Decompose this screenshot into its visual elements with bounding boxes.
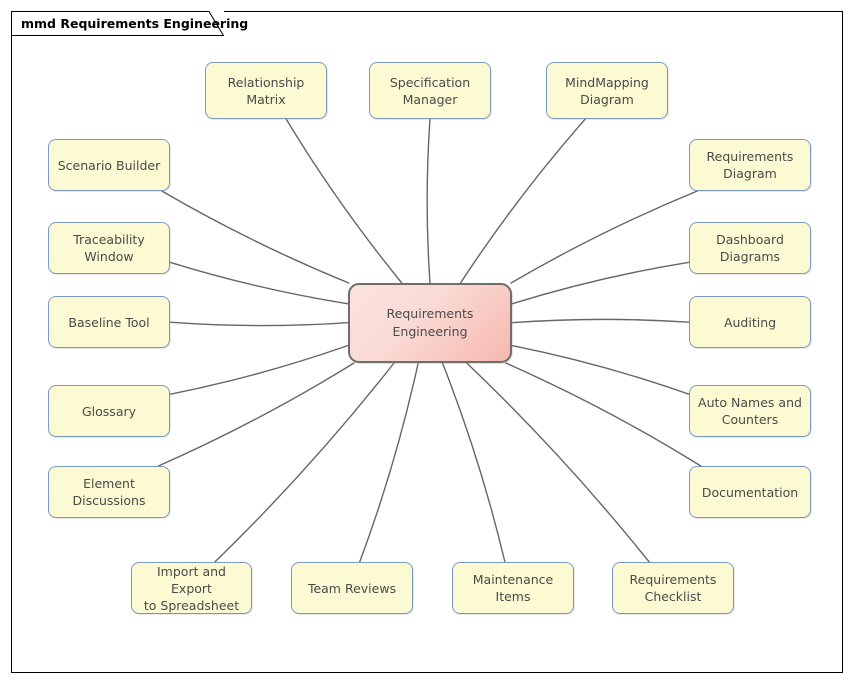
diagram-canvas: Requirements Engineering Relationship Mat… xyxy=(0,0,862,685)
node-dashboard-diagrams-label: Dashboard Diagrams xyxy=(716,232,784,264)
node-team-reviews[interactable]: Team Reviews xyxy=(291,562,413,614)
node-scenario-builder-label: Scenario Builder xyxy=(57,157,161,173)
node-relationship-matrix-label: Relationship Matrix xyxy=(227,74,305,107)
node-maintenance-items-label: Maintenance Items xyxy=(472,572,554,604)
node-team-reviews-label: Team Reviews xyxy=(307,580,397,596)
node-dashboard-diagrams[interactable]: Dashboard Diagrams xyxy=(689,222,811,274)
node-requirements-diagram-label: Requirements Diagram xyxy=(706,149,794,181)
node-traceability-window[interactable]: Traceability Window xyxy=(48,222,170,274)
node-glossary-label: Glossary xyxy=(81,403,137,419)
node-maintenance-items[interactable]: Maintenance Items xyxy=(452,562,574,614)
hub-node-requirements-engineering[interactable]: Requirements Engineering xyxy=(348,283,512,363)
node-auto-names-counters-label: Auto Names and Counters xyxy=(698,395,802,427)
node-documentation-label: Documentation xyxy=(701,484,799,500)
node-scenario-builder[interactable]: Scenario Builder xyxy=(48,139,170,191)
node-documentation[interactable]: Documentation xyxy=(689,466,811,518)
diagram-title-tab: mmd Requirements Engineering xyxy=(11,11,248,36)
node-auditing[interactable]: Auditing xyxy=(689,296,811,348)
node-mindmapping-diagram[interactable]: MindMapping Diagram xyxy=(546,62,668,119)
node-requirements-checklist-label: Requirements Checklist xyxy=(629,572,717,604)
node-requirements-diagram[interactable]: Requirements Diagram xyxy=(689,139,811,191)
node-traceability-window-label: Traceability Window xyxy=(73,232,145,264)
node-auto-names-counters[interactable]: Auto Names and Counters xyxy=(689,385,811,437)
node-auditing-label: Auditing xyxy=(723,314,777,330)
node-element-discussions[interactable]: Element Discussions xyxy=(48,466,170,518)
node-glossary[interactable]: Glossary xyxy=(48,385,170,437)
node-requirements-checklist[interactable]: Requirements Checklist xyxy=(612,562,734,614)
diagram-title-text: mmd Requirements Engineering xyxy=(21,16,249,31)
node-import-export[interactable]: Import and Export to Spreadsheet xyxy=(131,562,252,614)
node-specification-manager[interactable]: Specification Manager xyxy=(369,62,491,119)
node-element-discussions-label: Element Discussions xyxy=(72,476,146,508)
node-mindmapping-diagram-label: MindMapping Diagram xyxy=(565,74,649,107)
node-baseline-tool[interactable]: Baseline Tool xyxy=(48,296,170,348)
hub-node-requirements-engineering-label: Requirements Engineering xyxy=(386,306,474,339)
node-relationship-matrix[interactable]: Relationship Matrix xyxy=(205,62,327,119)
node-import-export-label: Import and Export to Spreadsheet xyxy=(143,563,240,613)
node-baseline-tool-label: Baseline Tool xyxy=(68,314,150,330)
node-specification-manager-label: Specification Manager xyxy=(389,74,471,107)
